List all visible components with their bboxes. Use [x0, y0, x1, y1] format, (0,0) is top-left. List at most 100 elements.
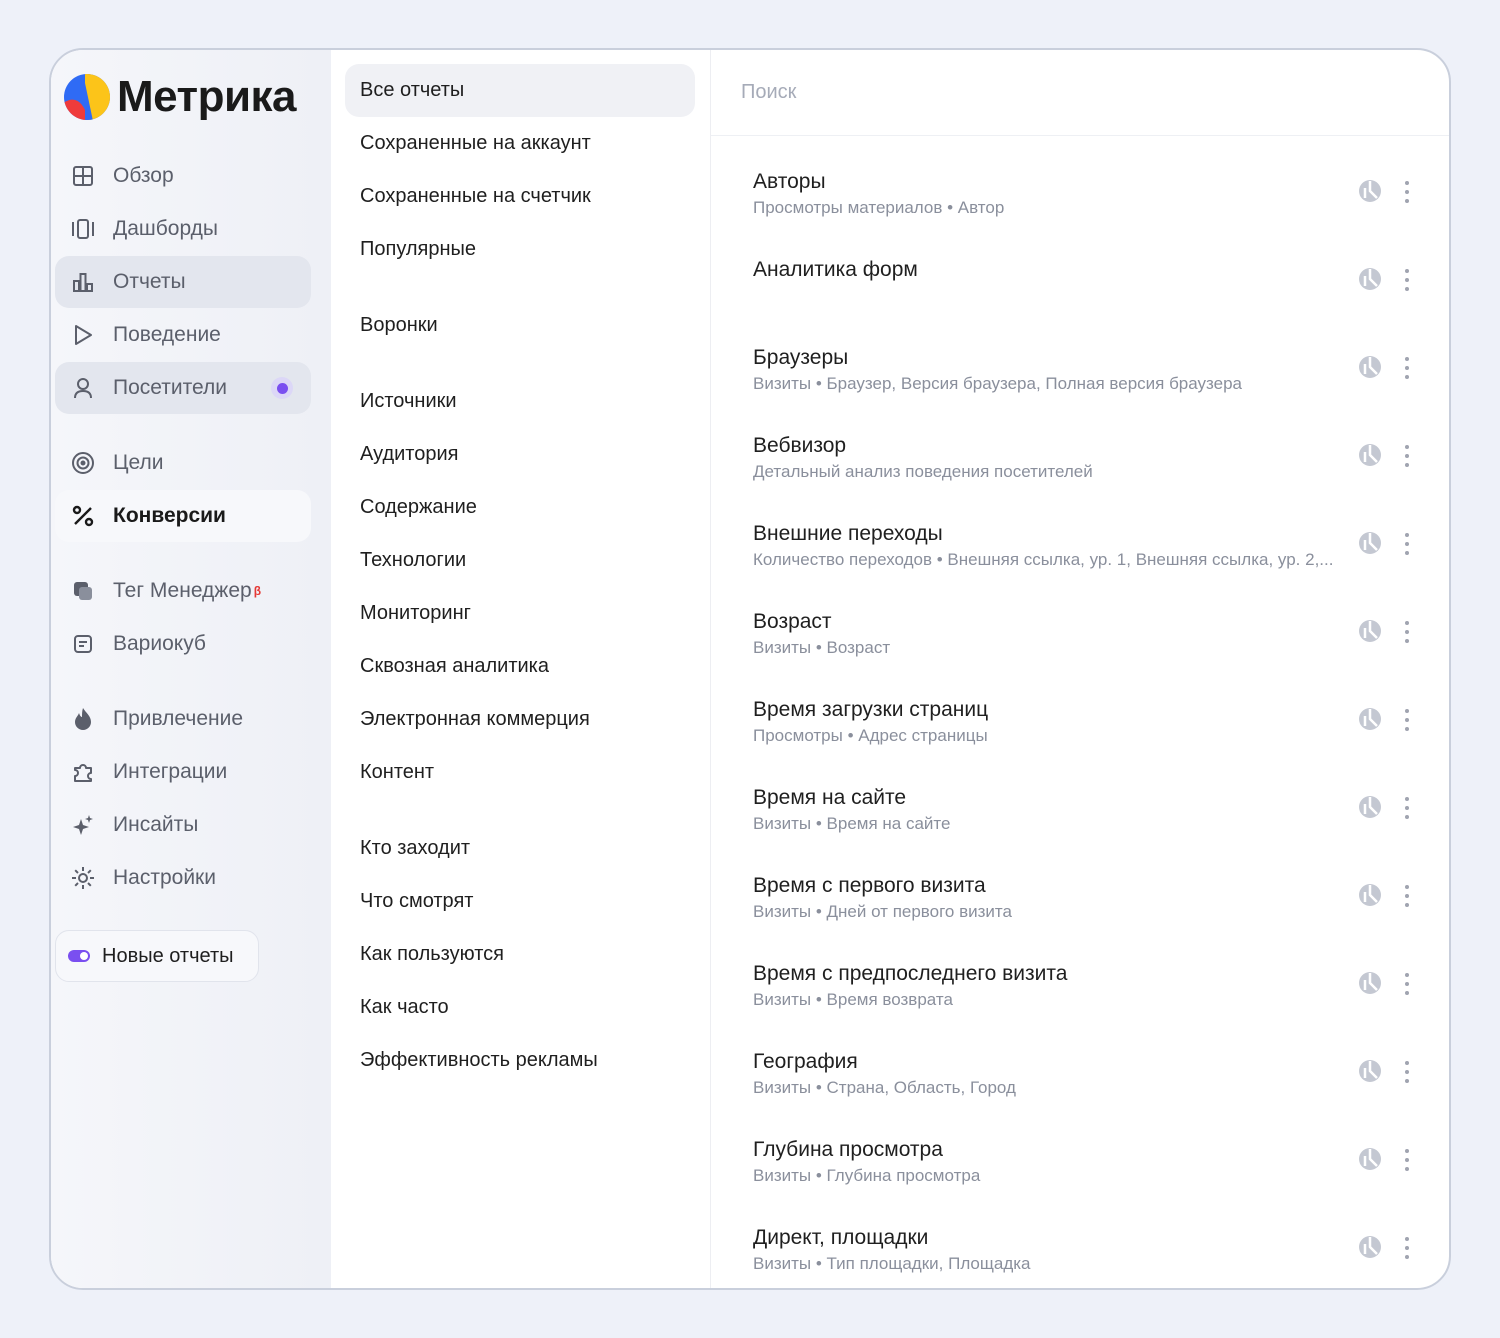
report-row[interactable]: География Визиты • Страна, Область, Город — [711, 1040, 1449, 1128]
target-icon — [69, 449, 97, 477]
report-title: Глубина просмотра — [753, 1138, 943, 1161]
sidebar-item-reports[interactable]: Отчеты — [55, 256, 311, 308]
percent-icon — [69, 502, 97, 530]
sidebar-item-label: Тег Менеджер — [113, 579, 252, 602]
more-options-icon[interactable] — [1399, 266, 1415, 294]
category-item[interactable]: Что смотрят — [345, 875, 695, 928]
more-options-icon[interactable] — [1399, 178, 1415, 206]
report-subtitle: Просмотры материалов • Автор — [753, 198, 1005, 217]
report-row[interactable]: Время с первого визита Визиты • Дней от п… — [711, 864, 1449, 952]
user-icon — [69, 374, 97, 402]
more-options-icon[interactable] — [1399, 794, 1415, 822]
sidebar-item-overview[interactable]: Обзор — [55, 150, 311, 202]
report-title: Браузеры — [753, 346, 849, 369]
pin-report-icon[interactable] — [1357, 1234, 1383, 1260]
more-options-icon[interactable] — [1399, 442, 1415, 470]
report-title: Аналитика форм — [753, 258, 918, 281]
report-row[interactable]: Авторы Просмотры материалов • Автор — [711, 160, 1449, 248]
report-subtitle: Визиты • Страна, Область, Город — [753, 1078, 1016, 1097]
more-options-icon[interactable] — [1399, 354, 1415, 382]
category-item[interactable]: Технологии — [345, 534, 695, 587]
report-title: Директ, площадки — [753, 1226, 929, 1249]
pin-report-icon[interactable] — [1357, 794, 1383, 820]
report-row[interactable]: Внешние переходы Количество переходов • В… — [711, 512, 1449, 600]
category-item[interactable]: Источники — [345, 375, 695, 428]
pin-report-icon[interactable] — [1357, 530, 1383, 556]
sidebar-item-settings[interactable]: Настройки — [55, 852, 311, 904]
more-options-icon[interactable] — [1399, 706, 1415, 734]
chart-icon — [69, 268, 97, 296]
report-row[interactable]: Глубина просмотра Визиты • Глубина просмо… — [711, 1128, 1449, 1216]
report-subtitle: Визиты • Глубина просмотра — [753, 1166, 981, 1185]
category-item[interactable]: Аудитория — [345, 428, 695, 481]
category-item[interactable]: Все отчеты — [345, 64, 695, 117]
report-row[interactable]: Время на сайте Визиты • Время на сайте — [711, 776, 1449, 864]
new-reports-toggle[interactable]: Новые отчеты — [55, 930, 259, 982]
report-subtitle: Визиты • Дней от первого визита — [753, 902, 1012, 921]
sidebar-item-label: Цели — [113, 451, 164, 474]
sidebar-item-label: Посетители — [113, 376, 227, 399]
category-item[interactable]: Электронная коммерция — [345, 693, 695, 746]
sidebar-item-label: Вариокуб — [113, 632, 206, 655]
sidebar-item-variocube[interactable]: Вариокуб — [55, 618, 311, 670]
report-title: Время на сайте — [753, 786, 907, 809]
sidebar-item-label: Инсайты — [113, 813, 199, 836]
category-item[interactable]: Как пользуются — [345, 928, 695, 981]
pin-report-icon[interactable] — [1357, 882, 1383, 908]
sidebar-item-acquisition[interactable]: Привлечение — [55, 693, 311, 745]
category-item[interactable]: Кто заходит — [345, 822, 695, 875]
sidebar-item-visitors[interactable]: Посетители — [55, 362, 311, 414]
report-row[interactable]: Время загрузки страниц Просмотры • Адрес … — [711, 688, 1449, 776]
sidebar-item-insights[interactable]: Инсайты — [55, 799, 311, 851]
more-options-icon[interactable] — [1399, 1234, 1415, 1262]
pin-report-icon[interactable] — [1357, 970, 1383, 996]
report-row[interactable]: Возраст Визиты • Возраст — [711, 600, 1449, 688]
report-row[interactable]: Директ, площадки Визиты • Тип площадки, П… — [711, 1216, 1449, 1288]
notification-dot-icon — [271, 377, 293, 399]
more-options-icon[interactable] — [1399, 882, 1415, 910]
sidebar-item-integrations[interactable]: Интеграции — [55, 746, 311, 798]
category-item[interactable]: Контент — [345, 746, 695, 799]
category-item[interactable]: Как часто — [345, 981, 695, 1034]
report-row[interactable]: Аналитика форм — [711, 248, 1449, 336]
toggle-icon — [68, 950, 90, 962]
report-categories: Все отчеты Сохраненные на аккаунт Сохранен… — [331, 50, 711, 1288]
category-item[interactable]: Содержание — [345, 481, 695, 534]
category-item[interactable]: Популярные — [345, 223, 695, 276]
pin-report-icon[interactable] — [1357, 706, 1383, 732]
category-item[interactable]: Эффективность рекламы — [345, 1034, 695, 1087]
category-item[interactable]: Сохраненные на аккаунт — [345, 117, 695, 170]
sidebar-item-dashboards[interactable]: Дашборды — [55, 203, 311, 255]
category-item[interactable]: Воронки — [345, 299, 695, 352]
report-title: География — [753, 1050, 858, 1073]
new-reports-label: Новые отчеты — [102, 944, 234, 967]
more-options-icon[interactable] — [1399, 530, 1415, 558]
logo[interactable]: Метрика — [63, 72, 297, 122]
category-item[interactable]: Сохраненные на счетчик — [345, 170, 695, 223]
sidebar-item-tag-manager[interactable]: Тег Менеджер β — [55, 565, 311, 617]
category-item[interactable]: Сквозная аналитика — [345, 640, 695, 693]
pin-report-icon[interactable] — [1357, 1058, 1383, 1084]
report-row[interactable]: Время с предпоследнего визита Визиты • Вр… — [711, 952, 1449, 1040]
reports-panel: Поиск Авторы Просмотры материалов • Автор… — [711, 50, 1449, 1288]
sidebar-item-label: Поведение — [113, 323, 221, 346]
more-options-icon[interactable] — [1399, 1058, 1415, 1086]
dashboard-icon — [69, 215, 97, 243]
sidebar: Метрика Обзор Дашборды Отчеты Поведение … — [51, 50, 331, 1288]
pin-report-icon[interactable] — [1357, 618, 1383, 644]
category-item[interactable]: Мониторинг — [345, 587, 695, 640]
pin-report-icon[interactable] — [1357, 1146, 1383, 1172]
sidebar-item-conversions[interactable]: Конверсии — [55, 490, 311, 542]
pin-report-icon[interactable] — [1357, 178, 1383, 204]
pin-report-icon[interactable] — [1357, 354, 1383, 380]
pin-report-icon[interactable] — [1357, 266, 1383, 292]
sidebar-item-goals[interactable]: Цели — [55, 437, 311, 489]
search-input[interactable]: Поиск — [711, 50, 1449, 136]
report-row[interactable]: Браузеры Визиты • Браузер, Версия браузер… — [711, 336, 1449, 424]
more-options-icon[interactable] — [1399, 618, 1415, 646]
more-options-icon[interactable] — [1399, 1146, 1415, 1174]
pin-report-icon[interactable] — [1357, 442, 1383, 468]
more-options-icon[interactable] — [1399, 970, 1415, 998]
report-row[interactable]: Вебвизор Детальный анализ поведения посет… — [711, 424, 1449, 512]
sidebar-item-behavior[interactable]: Поведение — [55, 309, 311, 361]
